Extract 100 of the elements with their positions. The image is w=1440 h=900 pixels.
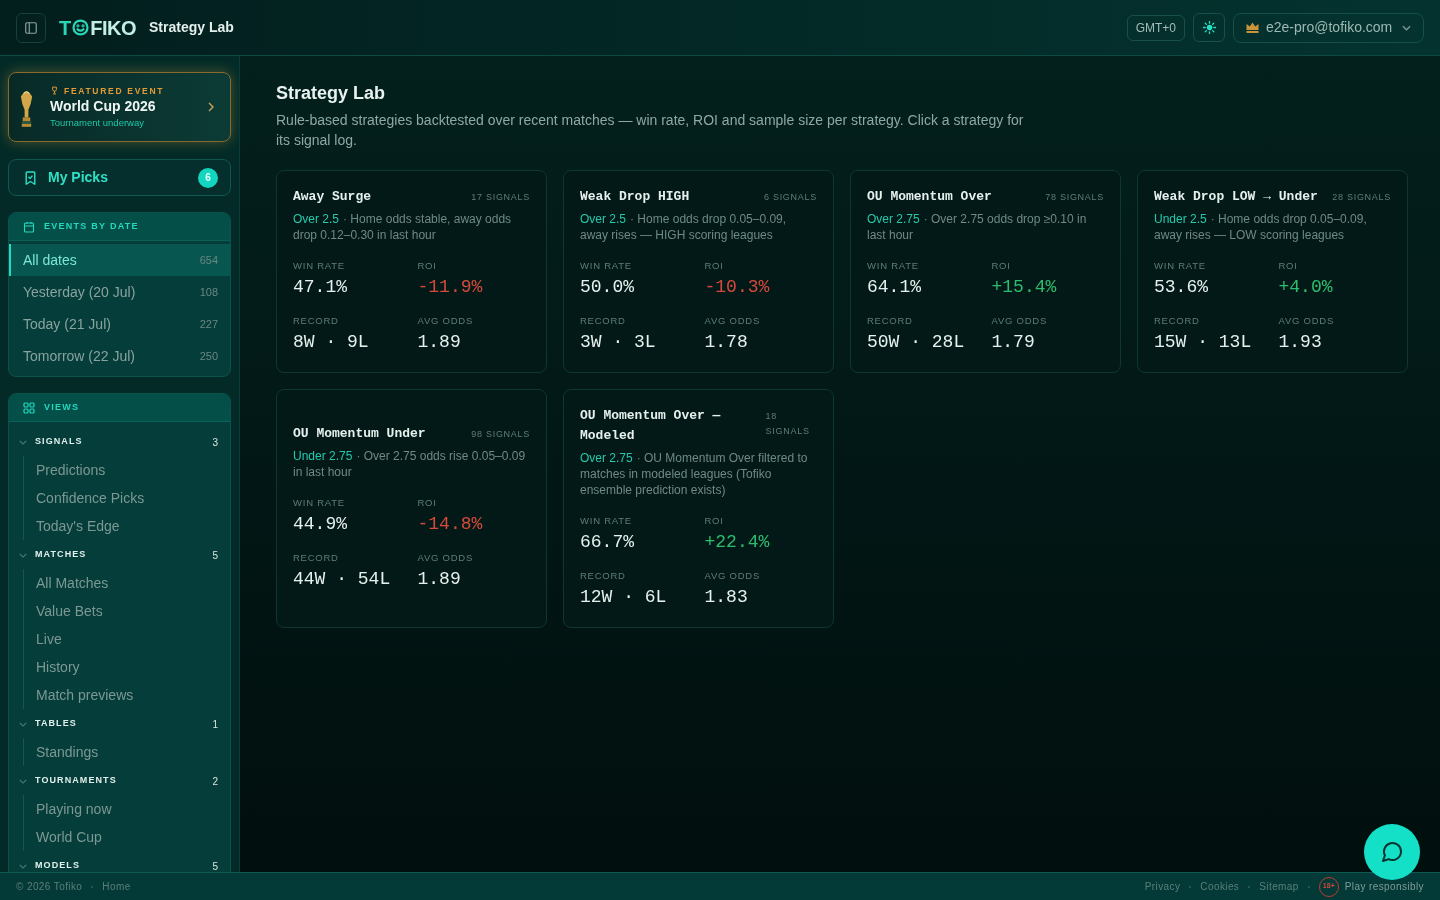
nav-item[interactable]: Match previews — [24, 681, 230, 709]
stat-value: 47.1% — [293, 276, 348, 299]
nav-group-toggle[interactable]: MATCHES 5 — [9, 543, 230, 567]
stat-value: -10.3% — [704, 276, 771, 299]
strategy-card[interactable]: OU Momentum Under 98 SIGNALS Under 2.75 · Over 2.75 odds rise 0.05–0.09 in last hour WIN RATE 44.9% ROI -14.8% RECORD 44W · 54L AVG ODDS 1.89 — [276, 389, 547, 628]
stat-value: 50W · 28L — [867, 331, 966, 354]
stat-label: ROI — [991, 259, 1012, 273]
stat-value: 1.93 — [1278, 331, 1323, 354]
responsible-gambling-text: Play responsibly — [1344, 880, 1424, 894]
stat-value: 44.9% — [293, 513, 348, 536]
stat-label: ROI — [417, 496, 438, 510]
strategy-card[interactable]: Away Surge 17 SIGNALS Over 2.5 · Home odds stable, away odds drop 0.12–0.30 in last hour WIN RATE 47.1% ROI -11.9% RECORD 8W · 9L AVG ODDS 1.89 — [276, 170, 547, 373]
nav-item[interactable]: History — [24, 653, 230, 681]
nav-group-label: TABLES — [35, 717, 77, 731]
nav-item[interactable]: Predictions — [24, 456, 230, 484]
stat-value: 1.89 — [417, 331, 462, 354]
stat-label: AVG ODDS — [1278, 314, 1336, 328]
nav-group-label: TOURNAMENTS — [35, 774, 117, 788]
signal-count: 78 SIGNALS — [1045, 191, 1104, 204]
stat-label: ROI — [417, 259, 438, 273]
nav-item[interactable]: Value Bets — [24, 597, 230, 625]
page-heading: Strategy Lab — [276, 82, 387, 105]
nav-item[interactable]: Live — [24, 625, 230, 653]
signal-count: 17 SIGNALS — [471, 191, 530, 204]
sun-icon — [1202, 21, 1216, 34]
featured-label: FEATURED EVENT — [64, 84, 165, 97]
stat-label: RECORD — [293, 314, 340, 328]
stat-label: RECORD — [580, 314, 627, 328]
signal-count: 98 SIGNALS — [471, 428, 530, 441]
crown-icon — [1246, 22, 1259, 33]
footer-link[interactable]: Cookies — [1200, 879, 1240, 894]
stat-label: ROI — [704, 514, 725, 528]
strategy-name: Weak Drop LOW → Under — [1154, 188, 1318, 206]
nav-item[interactable]: All Matches — [24, 569, 230, 597]
stat-label: AVG ODDS — [991, 314, 1049, 328]
footer-link[interactable]: Home — [102, 879, 131, 894]
nav-group-toggle[interactable]: TABLES 1 — [9, 712, 230, 736]
nav-item[interactable]: Confidence Picks — [24, 484, 230, 512]
stat-value: +4.0% — [1278, 276, 1334, 299]
stat-value: -14.8% — [417, 513, 484, 536]
strategy-card[interactable]: OU Momentum Over — Modeled 18 SIGNALS Over 2.75 · OU Momentum Over filtered to matches in modeled leagues (Tofiko ensemble prediction exists) WIN RATE 66.7% ROI +22.4% RECORD 12W · 6L AVG ODDS 1.83 — [563, 389, 834, 628]
stat-value: +15.4% — [991, 276, 1058, 299]
stat-value: 1.79 — [991, 331, 1036, 354]
stat-label: WIN RATE — [1154, 259, 1207, 273]
stat-label: AVG ODDS — [417, 314, 475, 328]
date-filter-item[interactable]: Today (21 Jul) 227 — [9, 308, 230, 340]
sidebar-toggle-button[interactable] — [16, 12, 46, 43]
chat-icon — [1380, 840, 1404, 864]
my-picks-button[interactable]: My Picks 6 — [8, 159, 231, 196]
nav-item[interactable]: Standings — [24, 738, 230, 766]
strategy-description: Under 2.5 · Home odds drop 0.05–0.09, away rises — LOW scoring leagues — [1154, 211, 1368, 243]
stat-label: AVG ODDS — [704, 314, 762, 328]
strategy-description: Over 2.5 · Home odds drop 0.05–0.09, away rises — HIGH scoring leagues — [580, 211, 788, 243]
stat-label: RECORD — [867, 314, 914, 328]
strategy-name: OU Momentum Under — [293, 425, 426, 443]
nav-item[interactable]: Playing now — [24, 795, 230, 823]
grid-icon — [23, 401, 35, 414]
stat-label: RECORD — [1154, 314, 1201, 328]
item-count: 5 — [212, 859, 218, 872]
strategy-description: Over 2.75 · OU Momentum Over filtered to matches in modeled leagues (Tofiko ensemble prediction exists) — [580, 450, 809, 498]
stat-label: AVG ODDS — [417, 551, 475, 565]
strategy-name: OU Momentum Over — [867, 188, 992, 206]
item-count: 250 — [199, 348, 218, 364]
sidebar-icon — [24, 20, 38, 35]
item-count: 2 — [212, 774, 218, 789]
stat-value: 3W · 3L — [580, 331, 657, 354]
stat-label: WIN RATE — [580, 259, 633, 273]
nav-item[interactable]: Today's Edge — [24, 512, 230, 540]
stat-label: WIN RATE — [867, 259, 920, 273]
logo-text: FIKO — [90, 15, 136, 40]
copyright-text: © 2026 Tofiko — [16, 880, 83, 894]
stat-label: WIN RATE — [580, 514, 633, 528]
account-menu-button[interactable]: e2e-pro@tofiko.com — [1233, 12, 1424, 43]
footer-link[interactable]: Sitemap — [1259, 879, 1299, 894]
date-filter-item[interactable]: Yesterday (20 Jul) 108 — [9, 276, 230, 308]
nav-group-toggle[interactable]: SIGNALS 3 — [9, 430, 230, 454]
stat-value: +22.4% — [704, 531, 771, 554]
count-badge: 6 — [198, 167, 218, 188]
panel-title: EVENTS BY DATE — [44, 219, 139, 233]
featured-event-card[interactable]: FEATURED EVENT World Cup 2026 Tournament underway — [8, 72, 231, 142]
nav-item[interactable]: World Cup — [24, 823, 230, 851]
stat-value: 1.78 — [704, 331, 749, 354]
page-title: Strategy Lab — [149, 18, 234, 37]
stat-value: 8W · 9L — [293, 331, 370, 354]
bookmark-icon — [25, 170, 36, 185]
date-filter-item[interactable]: Tomorrow (22 Jul) 250 — [9, 340, 230, 372]
date-filter-item[interactable]: All dates 654 — [9, 244, 230, 276]
stat-value: 44W · 54L — [293, 568, 392, 591]
theme-toggle-button[interactable] — [1193, 13, 1225, 42]
stat-label: WIN RATE — [293, 259, 346, 273]
nav-group-toggle[interactable]: MODELS 5 — [9, 854, 230, 872]
timezone-button[interactable]: GMT+0 — [1126, 14, 1185, 41]
footer-link[interactable]: Privacy — [1144, 879, 1181, 894]
strategy-card[interactable]: OU Momentum Over 78 SIGNALS Over 2.75 · Over 2.75 odds drop ≥0.10 in last hour WIN RATE 64.1% ROI +15.4% RECORD 50W · 28L AVG ODDS 1.79 — [850, 170, 1121, 373]
item-count: 108 — [199, 284, 218, 300]
nav-group-toggle[interactable]: TOURNAMENTS 2 — [9, 769, 230, 793]
strategy-card[interactable]: Weak Drop HIGH 6 SIGNALS Over 2.5 · Home odds drop 0.05–0.09, away rises — HIGH scoring leagues WIN RATE 50.0% ROI -10.3% RECORD 3W · 3L AVG ODDS 1.78 — [563, 170, 834, 373]
strategy-card[interactable]: Weak Drop LOW → Under 28 SIGNALS Under 2.5 · Home odds drop 0.05–0.09, away rises — LOW scoring leagues WIN RATE 53.6% ROI +4.0% RECORD 15W · 13L AVG ODDS 1.93 — [1137, 170, 1408, 373]
item-count: 227 — [199, 316, 218, 332]
trophy-icon — [50, 86, 59, 95]
